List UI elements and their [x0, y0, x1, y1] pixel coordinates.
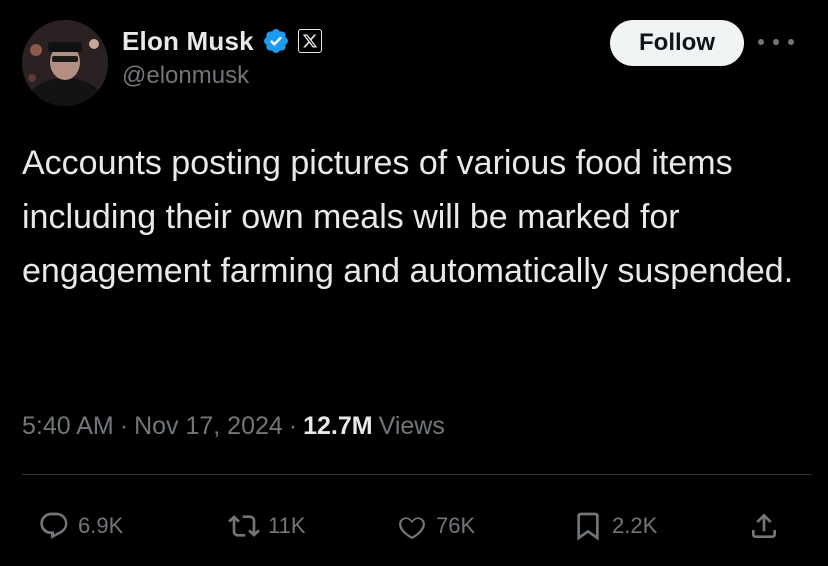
tweet-text: Accounts posting pictures of various foo…: [22, 144, 794, 290]
x-logo-icon[interactable]: [297, 29, 322, 53]
share-icon: [752, 513, 776, 538]
more-dot: [758, 39, 764, 45]
reply-icon: [40, 512, 68, 539]
meta-separator: ·: [119, 412, 129, 440]
like-button[interactable]: 76K: [396, 506, 475, 546]
more-dot: [788, 39, 794, 45]
tweet-date[interactable]: Nov 17, 2024: [134, 412, 283, 441]
bookmark-icon: [577, 512, 599, 541]
reply-button[interactable]: 6.9K: [38, 506, 123, 546]
repost-button[interactable]: 11K: [228, 506, 306, 546]
bookmark-button[interactable]: 2.2K: [572, 506, 657, 546]
repost-icon: [228, 515, 260, 537]
heart-icon: [399, 517, 425, 539]
tweet-time[interactable]: 5:40 AM: [22, 412, 114, 441]
share-button[interactable]: [748, 506, 780, 546]
author-name[interactable]: Elon Musk: [122, 26, 254, 57]
avatar[interactable]: [22, 20, 108, 106]
views-label: Views: [378, 412, 445, 440]
verified-badge-icon: [263, 29, 288, 53]
more-dot: [773, 39, 779, 45]
bookmark-count: 2.2K: [612, 513, 658, 538]
repost-count: 11K: [268, 513, 306, 538]
more-options-icon[interactable]: [758, 32, 794, 52]
follow-button[interactable]: Follow: [610, 20, 744, 66]
meta-separator: ·: [288, 412, 298, 440]
views-count: 12.7M: [303, 412, 373, 440]
tweet-meta: 5:40 AM · Nov 17, 2024 · 12.7M Views: [22, 412, 445, 441]
like-count: 76K: [436, 513, 476, 538]
author-handle[interactable]: @elonmusk: [122, 62, 249, 90]
reply-count: 6.9K: [78, 513, 124, 538]
action-bar: 6.9K 11K 76K 2.2K: [0, 506, 828, 546]
author-row: Elon Musk: [122, 24, 322, 58]
divider: [22, 474, 812, 475]
